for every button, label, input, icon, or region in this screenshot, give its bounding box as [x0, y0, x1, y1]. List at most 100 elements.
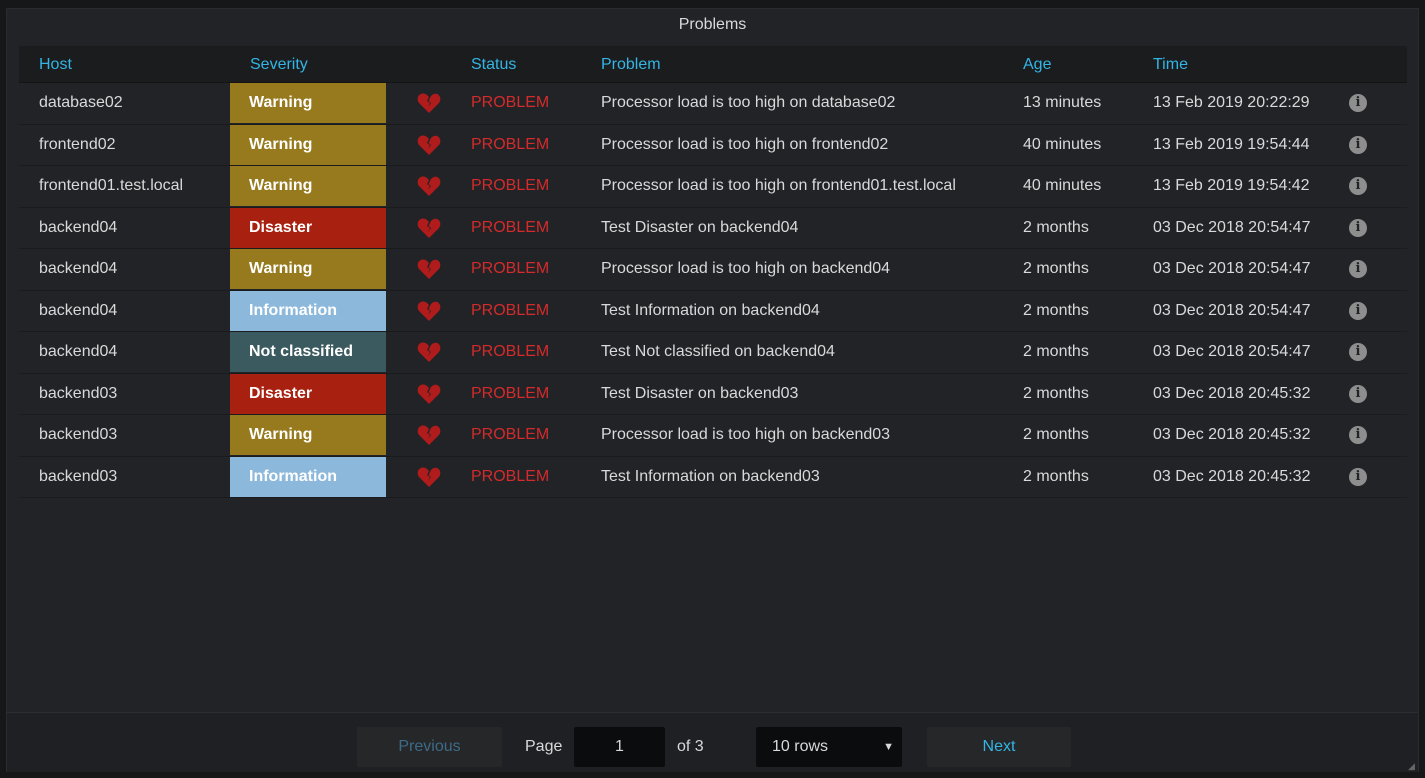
host-cell: backend04 [39, 218, 118, 236]
status-cell: PROBLEM [471, 135, 550, 153]
severity-badge: Warning [230, 166, 386, 207]
broken-heart-icon [386, 415, 471, 456]
table-row[interactable]: backend04 Information PROBLEM Test Informat… [19, 290, 1407, 332]
severity-badge: Warning [230, 83, 386, 124]
problem-cell: Processor load is too high on backend04 [601, 260, 891, 278]
info-icon[interactable]: i [1343, 332, 1373, 373]
broken-heart-icon [386, 374, 471, 415]
time-cell: 03 Dec 2018 20:45:32 [1153, 426, 1311, 444]
time-cell: 03 Dec 2018 20:54:47 [1153, 343, 1311, 361]
table-row[interactable]: backend04 Not classified PROBLEM Test Not c… [19, 332, 1407, 374]
problem-cell: Test Not classified on backend04 [601, 343, 835, 361]
table-row[interactable]: backend03 Information PROBLEM Test Informat… [19, 456, 1407, 498]
age-cell: 40 minutes [1023, 177, 1102, 195]
problem-cell: Test Information on backend04 [601, 301, 820, 319]
host-cell: backend04 [39, 260, 118, 278]
broken-heart-icon [386, 125, 471, 166]
severity-badge: Warning [230, 124, 386, 165]
host-cell: backend04 [39, 343, 118, 361]
problem-cell: Processor load is too high on frontend02 [601, 135, 889, 153]
info-icon[interactable]: i [1343, 457, 1373, 498]
page-label: Page [525, 738, 563, 755]
table-row[interactable]: frontend01.test.local Warning PROBLEM Proce… [19, 166, 1407, 208]
age-cell: 2 months [1023, 218, 1089, 236]
info-icon[interactable]: i [1343, 249, 1373, 290]
info-icon[interactable]: i [1343, 208, 1373, 249]
time-cell: 03 Dec 2018 20:54:47 [1153, 260, 1311, 278]
host-cell: database02 [39, 94, 123, 112]
problem-cell: Test Disaster on backend03 [601, 384, 799, 402]
column-header-status[interactable]: Status [471, 46, 601, 83]
status-cell: PROBLEM [471, 343, 550, 361]
broken-heart-icon [386, 457, 471, 498]
rows-per-page-value: 10 rows [772, 738, 829, 755]
time-cell: 13 Feb 2019 20:22:29 [1153, 94, 1310, 112]
caret-down-icon: ▼ [883, 741, 894, 753]
status-cell: PROBLEM [471, 426, 550, 444]
problem-cell: Processor load is too high on backend03 [601, 426, 891, 444]
problems-panel: Problems Host Severity Status Problem Ag… [6, 8, 1419, 772]
broken-heart-icon [386, 166, 471, 207]
time-cell: 03 Dec 2018 20:45:32 [1153, 467, 1311, 485]
age-cell: 13 minutes [1023, 94, 1102, 112]
host-cell: frontend02 [39, 135, 116, 153]
table-row[interactable]: backend03 Disaster PROBLEM Test Disaster on… [19, 373, 1407, 415]
age-cell: 2 months [1023, 467, 1089, 485]
severity-badge: Information [230, 290, 386, 331]
panel-title[interactable]: Problems [7, 9, 1418, 41]
severity-badge: Disaster [230, 373, 386, 414]
host-cell: backend04 [39, 301, 118, 319]
time-cell: 13 Feb 2019 19:54:44 [1153, 135, 1310, 153]
table-row[interactable]: backend04 Warning PROBLEM Processor load is… [19, 249, 1407, 291]
table-row[interactable]: backend03 Warning PROBLEM Processor load is… [19, 415, 1407, 457]
info-icon[interactable]: i [1343, 415, 1373, 456]
rows-per-page-select[interactable]: 10 rows ▼ [756, 727, 902, 767]
info-icon[interactable]: i [1343, 374, 1373, 415]
column-header-severity[interactable]: Severity [230, 46, 471, 83]
problem-cell: Test Information on backend03 [601, 467, 820, 485]
age-cell: 2 months [1023, 343, 1089, 361]
status-cell: PROBLEM [471, 301, 550, 319]
previous-button[interactable]: Previous [357, 727, 502, 767]
broken-heart-icon [386, 83, 471, 124]
column-header-problem[interactable]: Problem [601, 46, 1023, 83]
page-count-label: of 3 [677, 738, 704, 755]
status-cell: PROBLEM [471, 260, 550, 278]
host-cell: backend03 [39, 384, 118, 402]
column-header-age[interactable]: Age [1023, 46, 1153, 83]
age-cell: 2 months [1023, 426, 1089, 444]
time-cell: 03 Dec 2018 20:54:47 [1153, 218, 1311, 236]
severity-badge: Not classified [230, 332, 386, 373]
time-cell: 03 Dec 2018 20:54:47 [1153, 301, 1311, 319]
age-cell: 2 months [1023, 384, 1089, 402]
page-number-input[interactable] [574, 727, 665, 767]
broken-heart-icon [386, 291, 471, 332]
table-row[interactable]: backend04 Disaster PROBLEM Test Disaster on… [19, 207, 1407, 249]
age-cell: 2 months [1023, 301, 1089, 319]
column-header-time[interactable]: Time [1153, 46, 1343, 83]
time-cell: 13 Feb 2019 19:54:42 [1153, 177, 1310, 195]
status-cell: PROBLEM [471, 467, 550, 485]
broken-heart-icon [386, 332, 471, 373]
next-button[interactable]: Next [927, 727, 1071, 767]
age-cell: 2 months [1023, 260, 1089, 278]
status-cell: PROBLEM [471, 384, 550, 402]
table-row[interactable]: frontend02 Warning PROBLEM Processor load i… [19, 124, 1407, 166]
problem-cell: Processor load is too high on frontend01… [601, 177, 956, 195]
resize-handle-icon[interactable]: ◢ [1408, 762, 1416, 771]
info-icon[interactable]: i [1343, 125, 1373, 166]
info-icon[interactable]: i [1343, 83, 1373, 124]
broken-heart-icon [386, 208, 471, 249]
table-row[interactable]: database02 Warning PROBLEM Processor load i… [19, 83, 1407, 125]
severity-badge: Information [230, 456, 386, 497]
column-header-host[interactable]: Host [19, 46, 230, 83]
info-icon[interactable]: i [1343, 166, 1373, 207]
problem-cell: Processor load is too high on database02 [601, 94, 896, 112]
age-cell: 40 minutes [1023, 135, 1102, 153]
host-cell: backend03 [39, 426, 118, 444]
host-cell: backend03 [39, 467, 118, 485]
time-cell: 03 Dec 2018 20:45:32 [1153, 384, 1311, 402]
info-icon[interactable]: i [1343, 291, 1373, 332]
problem-cell: Test Disaster on backend04 [601, 218, 799, 236]
severity-badge: Disaster [230, 207, 386, 248]
